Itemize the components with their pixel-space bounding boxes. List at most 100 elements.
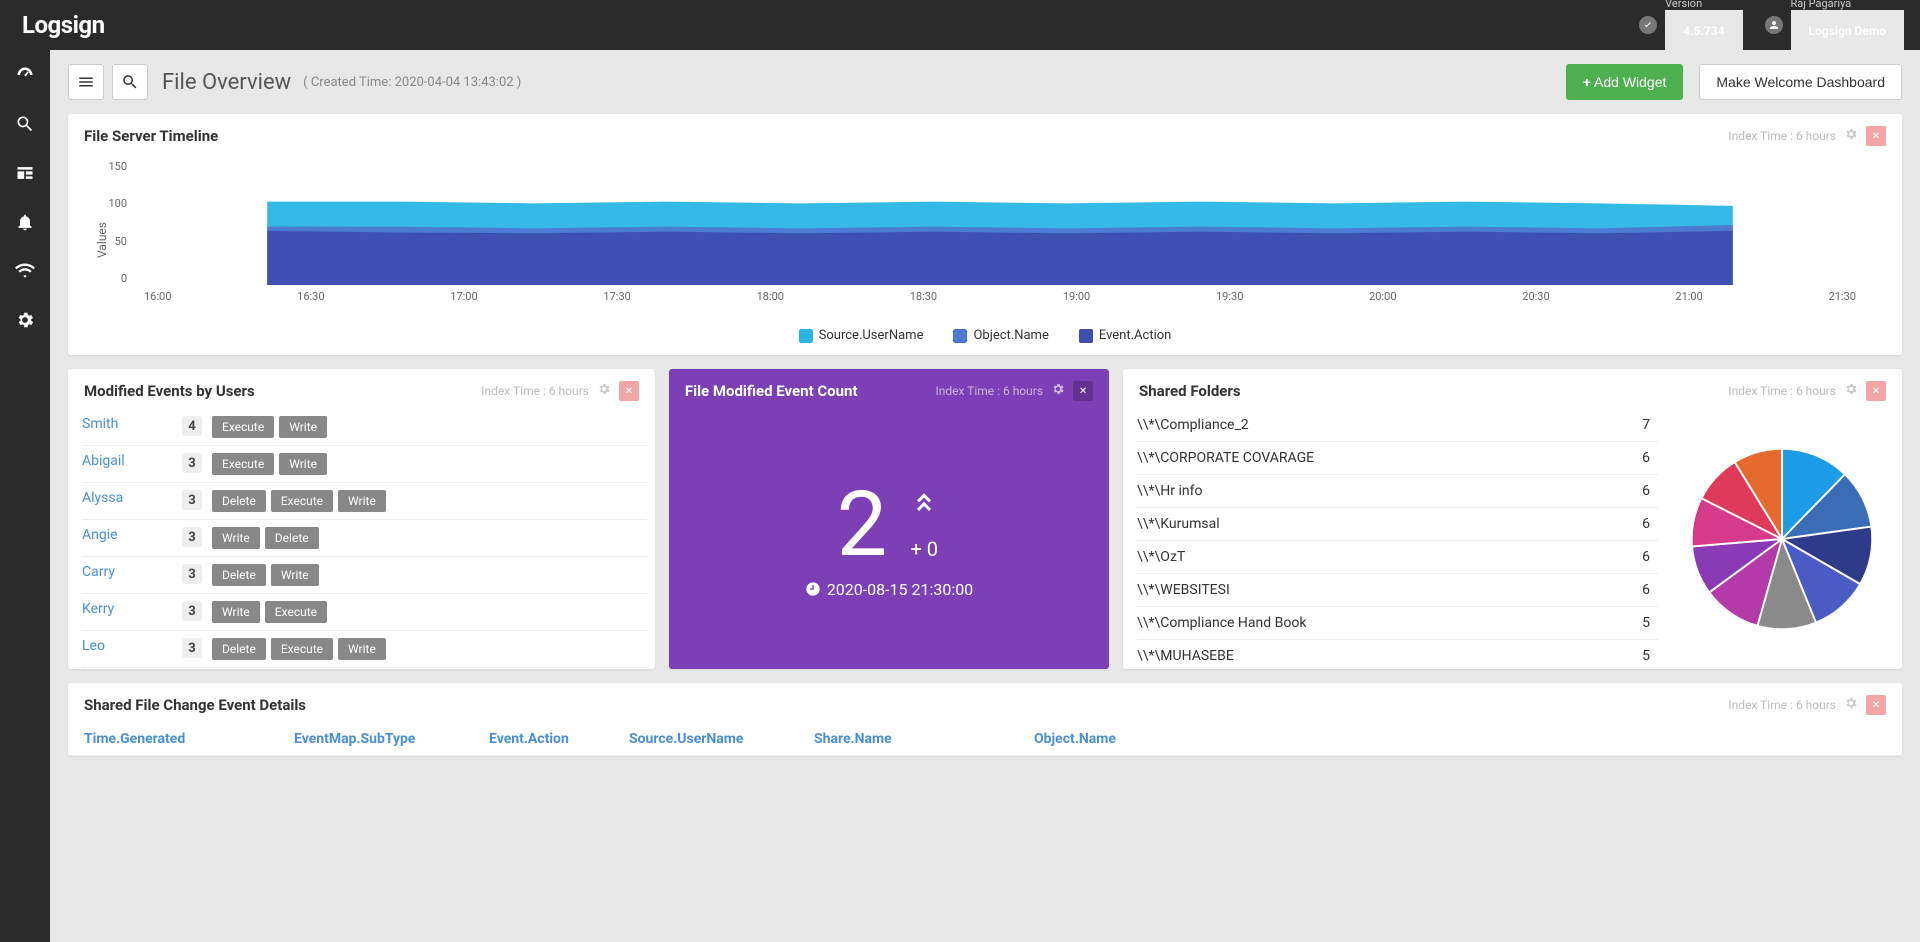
user-name-link[interactable]: Carry: [82, 564, 172, 580]
user-row: Abigail 3 ExecuteWrite: [82, 446, 647, 483]
main-content: File Overview ( Created Time: 2020-04-04…: [50, 50, 1920, 942]
action-tag[interactable]: Write: [279, 416, 327, 438]
action-tag[interactable]: Execute: [271, 490, 333, 512]
gear-icon[interactable]: [1051, 382, 1065, 400]
table-column-header[interactable]: Time.Generated: [84, 731, 294, 747]
action-tag[interactable]: Write: [338, 638, 386, 660]
count-delta: + 0: [910, 537, 938, 561]
close-icon[interactable]: ✕: [1866, 126, 1886, 146]
user-count-badge: 3: [182, 490, 202, 510]
page-subtitle: ( Created Time: 2020-04-04 13:43:02 ): [303, 75, 521, 90]
shared-folder-row[interactable]: \\*\Hr info6: [1137, 475, 1658, 508]
action-tag[interactable]: Delete: [265, 527, 319, 549]
gear-icon[interactable]: [1844, 127, 1858, 145]
action-tag[interactable]: Delete: [212, 490, 266, 512]
index-time-label: Index Time : 6 hours: [1728, 129, 1836, 143]
user-count-badge: 3: [182, 638, 202, 658]
close-icon[interactable]: ✕: [1866, 381, 1886, 401]
action-tag[interactable]: Write: [279, 453, 327, 475]
user-row: Leo 3 DeleteExecuteWrite: [82, 631, 647, 668]
user-name-link[interactable]: Abigail: [82, 453, 172, 469]
shared-folder-row[interactable]: \\*\WEBSITESI6: [1137, 574, 1658, 607]
legend-item[interactable]: Object.Name: [953, 328, 1048, 343]
users-panel: Modified Events by Users Index Time : 6 …: [68, 369, 655, 669]
timeline-chart[interactable]: Values 150100500 16:0016:3017:0017:3018:…: [134, 160, 1866, 320]
timeline-title: File Server Timeline: [84, 127, 218, 145]
timeline-panel: File Server Timeline Index Time : 6 hour…: [68, 114, 1902, 355]
search-button[interactable]: [112, 64, 148, 100]
search-icon[interactable]: [15, 114, 35, 138]
action-tag[interactable]: Delete: [212, 638, 266, 660]
user-count-badge: 4: [182, 416, 202, 436]
action-tag[interactable]: Delete: [212, 564, 266, 586]
table-column-header[interactable]: Object.Name: [1034, 731, 1886, 747]
user-row: Carry 3 DeleteWrite: [82, 557, 647, 594]
legend-item[interactable]: Event.Action: [1079, 328, 1171, 343]
count-panel: File Modified Event Count Index Time : 6…: [669, 369, 1109, 669]
check-circle-icon: [1639, 16, 1657, 34]
chevron-up-icon: [907, 489, 941, 531]
table-column-header[interactable]: Share.Name: [814, 731, 1034, 747]
shared-folders-list[interactable]: \\*\Compliance_27\\*\CORPORATE COVARAGE6…: [1123, 409, 1662, 669]
user-name-link[interactable]: Leo: [82, 638, 172, 654]
action-tag[interactable]: Execute: [271, 638, 333, 660]
wifi-icon[interactable]: [15, 261, 35, 285]
action-tag[interactable]: Execute: [212, 416, 274, 438]
table-column-header[interactable]: EventMap.SubType: [294, 731, 489, 747]
gear-icon[interactable]: [597, 382, 611, 400]
dashboard-icon[interactable]: [15, 65, 35, 89]
user-name-link[interactable]: Alyssa: [82, 490, 172, 506]
details-table-header: Time.GeneratedEventMap.SubTypeEvent.Acti…: [68, 723, 1902, 756]
settings-icon[interactable]: [15, 310, 35, 334]
table-column-header[interactable]: Source.UserName: [629, 731, 814, 747]
action-tag[interactable]: Execute: [212, 453, 274, 475]
table-column-header[interactable]: Event.Action: [489, 731, 629, 747]
user-row: Angie 3 WriteDelete: [82, 520, 647, 557]
reports-icon[interactable]: [15, 163, 35, 187]
user-row: Alyssa 3 DeleteExecuteWrite: [82, 483, 647, 520]
user-name-link[interactable]: Smith: [82, 416, 172, 432]
shared-folder-row[interactable]: \\*\CORPORATE COVARAGE6: [1137, 442, 1658, 475]
user-name-link[interactable]: Angie: [82, 527, 172, 543]
count-value: 2: [837, 480, 888, 570]
clock-icon: [805, 581, 821, 597]
page-header: File Overview ( Created Time: 2020-04-04…: [68, 64, 1902, 100]
version-indicator: Version 4.5.734: [1639, 0, 1742, 53]
action-tag[interactable]: Write: [212, 527, 260, 549]
shared-panel-title: Shared Folders: [1139, 382, 1241, 400]
action-tag[interactable]: Write: [338, 490, 386, 512]
count-timestamp: 2020-08-15 21:30:00: [805, 580, 973, 599]
shared-folder-row[interactable]: \\*\MUHASEBE5: [1137, 640, 1658, 669]
timeline-legend: Source.UserName Object.Name Event.Action: [84, 328, 1886, 343]
user-count-badge: 3: [182, 453, 202, 473]
gear-icon[interactable]: [1844, 382, 1858, 400]
topbar: Logsign Version 4.5.734 Raj Pagariya Log…: [0, 0, 1920, 50]
shared-folder-row[interactable]: \\*\Kurumsal6: [1137, 508, 1658, 541]
user-menu[interactable]: Raj Pagariya Logsign Demo: [1765, 0, 1904, 53]
shared-folder-row[interactable]: \\*\Compliance_27: [1137, 409, 1658, 442]
action-tag[interactable]: Write: [212, 601, 260, 623]
legend-item[interactable]: Source.UserName: [799, 328, 924, 343]
close-icon[interactable]: ✕: [619, 381, 639, 401]
add-widget-button[interactable]: + Add Widget: [1566, 64, 1684, 100]
shared-folder-row[interactable]: \\*\Compliance Hand Book5: [1137, 607, 1658, 640]
shared-folder-row[interactable]: \\*\OzT6: [1137, 541, 1658, 574]
page-title: File Overview: [162, 70, 291, 95]
user-name-link[interactable]: Kerry: [82, 601, 172, 617]
user-count-badge: 3: [182, 564, 202, 584]
action-tag[interactable]: Execute: [265, 601, 327, 623]
make-welcome-button[interactable]: Make Welcome Dashboard: [1699, 64, 1902, 100]
logo: Logsign: [0, 11, 127, 39]
gear-icon[interactable]: [1844, 696, 1858, 714]
shared-folders-pie[interactable]: [1662, 409, 1902, 669]
action-tag[interactable]: Write: [271, 564, 319, 586]
users-list[interactable]: Smith4ExecuteWriteAbigail3ExecuteWriteAl…: [68, 409, 655, 669]
close-icon[interactable]: ✕: [1073, 381, 1093, 401]
shared-panel: Shared Folders Index Time : 6 hours ✕ \\…: [1123, 369, 1902, 669]
user-count-badge: 3: [182, 527, 202, 547]
close-icon[interactable]: ✕: [1866, 695, 1886, 715]
menu-toggle-button[interactable]: [68, 64, 104, 100]
user-row: Smith 4 ExecuteWrite: [82, 409, 647, 446]
details-panel: Shared File Change Event Details Index T…: [68, 683, 1902, 756]
alerts-icon[interactable]: [15, 212, 35, 236]
